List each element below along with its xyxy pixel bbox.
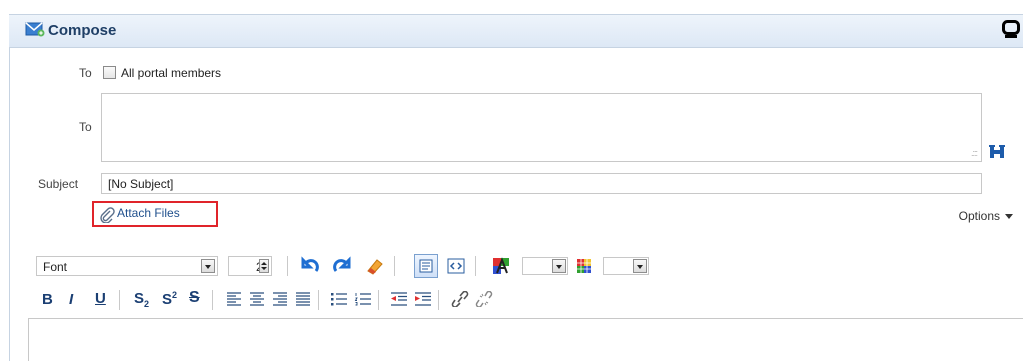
subject-field[interactable]: [No Subject]: [101, 173, 982, 194]
options-menu[interactable]: Options: [959, 209, 1013, 223]
text-color-icon[interactable]: [491, 256, 511, 279]
message-body-editor[interactable]: [28, 318, 1023, 361]
text-color-dropdown-button[interactable]: [552, 259, 566, 273]
font-size-stepper[interactable]: [259, 259, 269, 273]
to-field[interactable]: .:::: [101, 93, 982, 162]
chevron-down-icon: [1005, 209, 1013, 223]
bulleted-list-icon[interactable]: [330, 292, 348, 309]
eraser-icon[interactable]: [365, 256, 385, 279]
align-left-icon[interactable]: [226, 292, 242, 309]
paperclip-icon: [99, 207, 115, 226]
rich-text-icon: [419, 259, 433, 273]
subscript-base: S: [134, 290, 145, 307]
outdent-icon[interactable]: [390, 292, 408, 309]
source-code-icon[interactable]: [446, 256, 466, 279]
all-portal-members-checkbox[interactable]: [103, 66, 116, 79]
attach-files-link[interactable]: Attach Files: [117, 206, 180, 220]
font-size-select[interactable]: 2: [228, 256, 272, 276]
compose-header: Compose: [9, 14, 1023, 48]
toolbar-separator: [438, 290, 439, 310]
toolbar-separator: [212, 290, 213, 310]
superscript-base: S: [162, 291, 173, 308]
strikethrough-button[interactable]: S: [189, 289, 200, 307]
subject-label: Subject: [38, 177, 79, 191]
underline-button[interactable]: U: [95, 290, 106, 307]
page-title: Compose: [48, 22, 117, 39]
to-label: To: [79, 120, 92, 134]
background-color-icon[interactable]: [575, 257, 593, 278]
address-book-icon[interactable]: [989, 144, 1005, 163]
numbered-list-icon[interactable]: [354, 292, 372, 309]
remove-link-icon[interactable]: [475, 290, 493, 310]
background-color-select[interactable]: [603, 257, 649, 275]
align-center-icon[interactable]: [249, 292, 265, 309]
subject-value: [No Subject]: [108, 177, 174, 191]
maximize-icon[interactable]: [1002, 20, 1020, 43]
subscript-mark: 2: [144, 299, 150, 309]
redo-icon[interactable]: [332, 256, 352, 279]
to-all-label: To: [79, 66, 92, 80]
options-label: Options: [958, 209, 1000, 223]
toolbar-separator: [475, 256, 476, 276]
rich-text-mode-button[interactable]: [414, 254, 438, 278]
compose-mail-icon: [25, 21, 45, 40]
undo-icon[interactable]: [300, 256, 320, 279]
resize-grip-icon[interactable]: .:::: [971, 148, 978, 158]
toolbar-separator: [287, 256, 288, 276]
all-portal-members-label: All portal members: [121, 66, 222, 80]
toolbar-separator: [394, 256, 395, 276]
insert-link-icon[interactable]: [451, 290, 469, 310]
text-color-select[interactable]: [522, 257, 568, 275]
font-select[interactable]: Font: [36, 256, 218, 276]
toolbar-separator: [119, 290, 120, 310]
toolbar-separator: [378, 290, 379, 310]
align-right-icon[interactable]: [272, 292, 288, 309]
superscript-mark: 2: [172, 290, 178, 300]
font-select-value: Font: [43, 260, 68, 274]
justify-icon[interactable]: [295, 292, 311, 309]
italic-button[interactable]: I: [69, 291, 73, 308]
bold-button[interactable]: B: [42, 291, 53, 308]
superscript-button[interactable]: S2: [162, 290, 177, 308]
toolbar-separator: [318, 290, 319, 310]
subscript-button[interactable]: S2: [134, 290, 149, 309]
background-color-dropdown-button[interactable]: [633, 259, 647, 273]
font-dropdown-button[interactable]: [201, 259, 215, 273]
indent-icon[interactable]: [414, 292, 432, 309]
